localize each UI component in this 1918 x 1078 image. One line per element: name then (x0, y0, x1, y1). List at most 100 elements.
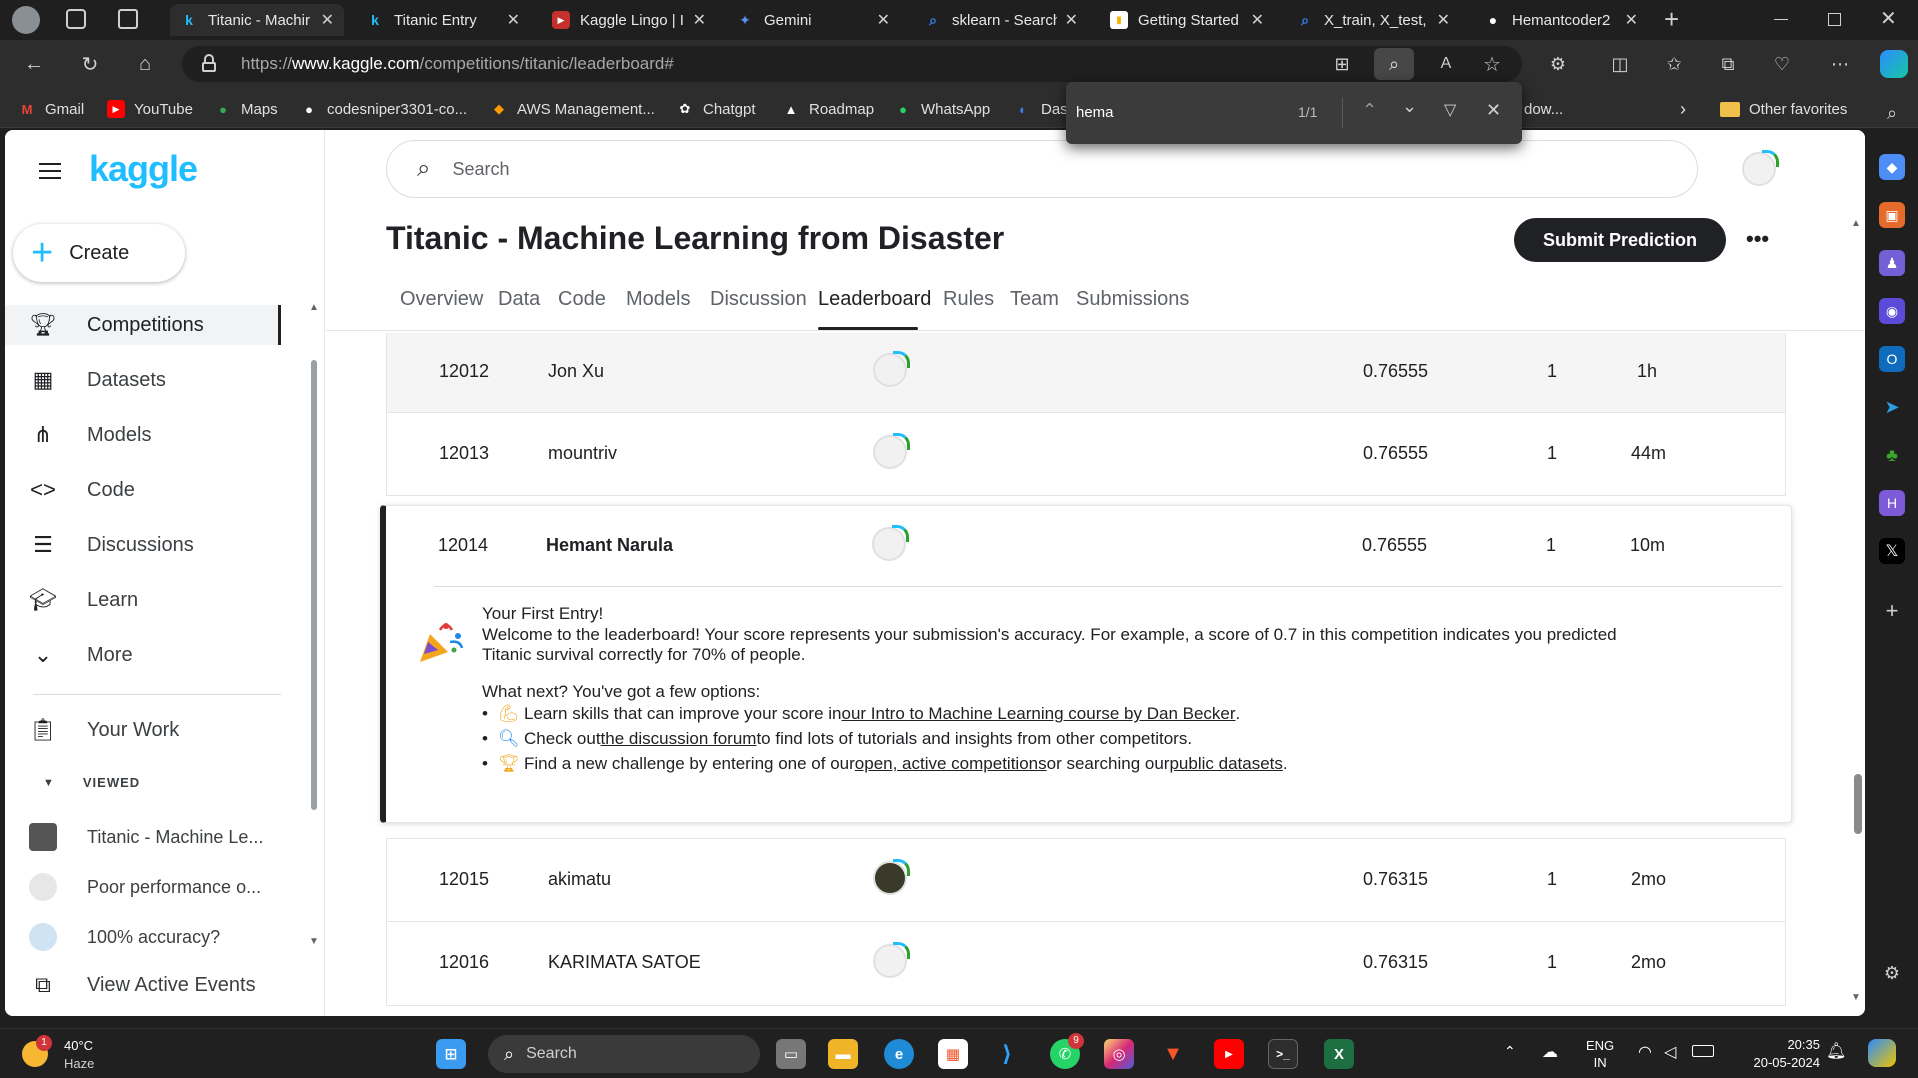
language-indicator[interactable]: ENG IN (1586, 1037, 1614, 1071)
find-next-icon[interactable]: ⌄ (1402, 96, 1417, 117)
instagram-icon[interactable]: ◎ (1104, 1039, 1134, 1069)
hamburger-menu-icon[interactable] (39, 163, 61, 179)
close-icon[interactable]: ✕ (1625, 10, 1638, 30)
split-screen-icon[interactable]: ◫ (1606, 50, 1634, 78)
settings-more-icon[interactable]: ⋯ (1826, 50, 1854, 78)
view-active-events[interactable]: ⧉ View Active Events (29, 965, 255, 1005)
tab-rules[interactable]: Rules (943, 288, 994, 311)
bookmark-gmail[interactable]: M Gmail (18, 98, 85, 120)
close-icon[interactable]: ✕ (321, 10, 334, 30)
copilot-icon[interactable] (1880, 50, 1908, 78)
favorites-icon[interactable]: ✩ (1660, 50, 1688, 78)
onedrive-icon[interactable]: ☁ (1542, 1042, 1558, 1062)
clock[interactable]: 20:35 20-05-2024 (1736, 1036, 1821, 1072)
submit-prediction-button[interactable]: Submit Prediction (1514, 218, 1726, 262)
outlook-icon[interactable]: O (1879, 346, 1905, 372)
bookmark-das[interactable]: ◐ Das (1014, 98, 1068, 120)
tab-code[interactable]: Code (558, 288, 606, 311)
nav-learn[interactable]: 🎓︎ Learn (29, 580, 138, 620)
viewed-item-poor-performance[interactable]: Poor performance o... (29, 870, 261, 904)
team-name-cell[interactable]: Hemant Narula (546, 535, 673, 556)
create-button[interactable]: + Create (13, 224, 185, 282)
home-icon[interactable]: ⌂ (131, 50, 159, 78)
account-avatar[interactable] (1742, 150, 1779, 186)
viewed-item-titanic[interactable]: Titanic - Machine Le... (29, 820, 263, 854)
back-arrow-icon[interactable]: ← (20, 50, 48, 78)
games-icon[interactable]: ♟ (1879, 250, 1905, 276)
edge-browser-icon[interactable]: e (884, 1039, 914, 1069)
search-bar[interactable]: ⌕ Search (386, 140, 1698, 198)
scroll-up-arrow-icon[interactable]: ▲ (309, 302, 319, 313)
tab-actions-icon[interactable] (118, 9, 138, 29)
file-explorer-icon[interactable]: ▬ (828, 1039, 858, 1069)
tab-gemini[interactable]: ✦ Gemini ✕ (726, 4, 900, 36)
close-icon[interactable]: ✕ (693, 10, 706, 30)
weather-widget[interactable]: 1 40°C Haze (22, 1035, 142, 1075)
tree-icon[interactable]: ♣ (1879, 442, 1905, 468)
excel-icon[interactable]: X (1324, 1039, 1354, 1069)
nav-models[interactable]: ⋔ Models (29, 415, 152, 455)
copilot-tag-icon[interactable]: ◆ (1879, 154, 1905, 180)
bookmarks-overflow-icon[interactable]: › (1680, 98, 1686, 120)
start-windows-icon[interactable]: ⊞ (436, 1039, 466, 1069)
nav-code[interactable]: <> Code (29, 470, 135, 510)
leaderboard-row[interactable]: 12016 KARIMATA SATOE 0.76315 1 2mo (386, 922, 1786, 1006)
minimize-icon[interactable] (1774, 19, 1788, 20)
bookmark-whatsapp[interactable]: ● WhatsApp (894, 98, 990, 120)
tab-github[interactable]: ● Hemantcoder2 ✕ (1474, 4, 1648, 36)
terminal-icon[interactable]: >_ (1268, 1039, 1298, 1069)
youtube-app-icon[interactable]: ▶ (1214, 1039, 1244, 1069)
leaderboard-row[interactable]: 12013 mountriv 0.76555 1 44m (386, 413, 1786, 496)
telegram-icon[interactable]: ➤ (1879, 394, 1905, 420)
find-filter-icon[interactable]: ▽ (1444, 100, 1456, 120)
tab-data[interactable]: Data (498, 288, 540, 311)
close-icon[interactable]: ✕ (877, 10, 890, 30)
browser-essentials-icon[interactable]: ♡ (1768, 50, 1796, 78)
page-scrollbar-thumb[interactable] (1854, 774, 1862, 834)
app-available-icon[interactable]: ⊞ (1328, 50, 1356, 78)
find-previous-icon[interactable]: ⌃ (1362, 100, 1377, 121)
copilot-taskbar-icon[interactable] (1868, 1039, 1896, 1067)
team-avatar[interactable] (873, 433, 910, 469)
nav-discussions[interactable]: ☰ Discussions (29, 525, 194, 565)
bookmark-other-favorites[interactable]: Other favorites (1720, 98, 1847, 120)
search-icon[interactable]: ⌕ (1879, 100, 1905, 126)
nav-your-work[interactable]: 📋︎ Your Work (29, 710, 179, 750)
close-icon[interactable]: ✕ (1251, 10, 1264, 30)
nav-datasets[interactable]: ▦ Datasets (29, 360, 166, 400)
close-icon[interactable]: ✕ (1065, 10, 1078, 30)
sidebar-settings-icon[interactable]: ⚙ (1879, 960, 1905, 986)
tab-team[interactable]: Team (1010, 288, 1059, 311)
public-datasets-link[interactable]: public datasets (1169, 754, 1282, 775)
bookmark-downloads[interactable]: dow... (1524, 98, 1563, 120)
tab-kaggle-lingo[interactable]: ▶ Kaggle Lingo | I ✕ (542, 4, 716, 36)
new-tab-icon[interactable]: + (1664, 4, 1679, 35)
bookmark-aws[interactable]: ◆ AWS Management... (490, 98, 655, 120)
team-name-cell[interactable]: Jon Xu (548, 361, 604, 382)
tab-overview[interactable]: Overview (400, 288, 483, 311)
restore-icon[interactable] (1828, 13, 1841, 26)
tab-sklearn-search[interactable]: ⌕ sklearn - Search ✕ (914, 4, 1088, 36)
lock-icon[interactable] (202, 54, 216, 72)
close-icon[interactable]: ✕ (507, 10, 520, 30)
viewed-toggle[interactable]: ▼ VIEWED (43, 775, 140, 790)
favorite-star-icon[interactable]: ☆ (1478, 50, 1506, 78)
show-hidden-icons[interactable]: ⌃ (1504, 1043, 1516, 1060)
tab-submissions[interactable]: Submissions (1076, 288, 1189, 311)
find-input[interactable]: hema (1076, 104, 1114, 121)
find-in-page-icon[interactable]: ⌕ (1374, 48, 1414, 80)
viewed-item-accuracy[interactable]: 100% accuracy? (29, 920, 220, 954)
leaderboard-row[interactable]: 12012 Jon Xu 0.76555 1 1h (386, 333, 1786, 413)
team-avatar[interactable] (873, 942, 910, 978)
read-aloud-icon[interactable]: A (1432, 50, 1460, 78)
collections-icon[interactable]: ⧉ (1714, 50, 1742, 78)
brave-icon[interactable]: ▼ (1158, 1039, 1188, 1069)
active-competitions-link[interactable]: open, active competitions (855, 754, 1047, 775)
team-avatar[interactable] (873, 351, 910, 387)
shopping-icon[interactable]: ▣ (1879, 202, 1905, 228)
close-icon[interactable]: ✕ (1437, 10, 1450, 30)
close-window-icon[interactable]: ✕ (1880, 6, 1897, 31)
team-name-cell[interactable]: mountriv (548, 443, 617, 464)
more-options-icon[interactable]: ••• (1746, 226, 1769, 252)
tab-models[interactable]: Models (626, 288, 690, 311)
